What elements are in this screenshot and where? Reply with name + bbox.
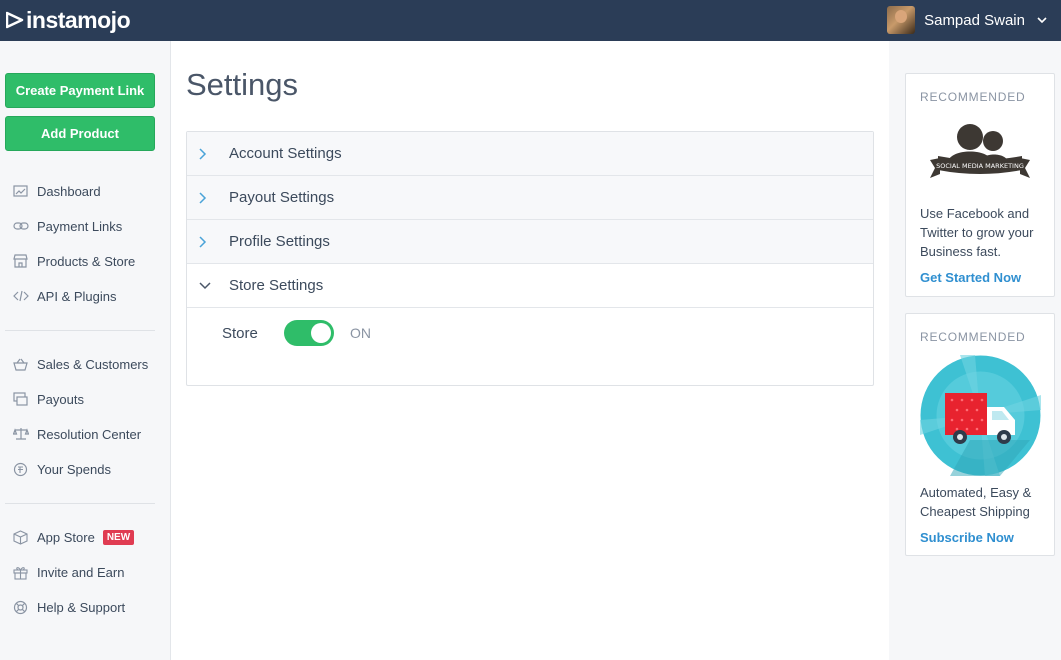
- store-toggle-row: Store ON: [222, 320, 371, 346]
- sidebar-item-label: Your Spends: [37, 461, 111, 477]
- basket-icon: [12, 356, 29, 372]
- toggle-knob: [311, 323, 331, 343]
- add-product-button[interactable]: Add Product: [5, 116, 155, 151]
- sidebar-item-label: Dashboard: [37, 183, 101, 199]
- settings-accordion: Account Settings Payout Settings Profile…: [186, 131, 874, 386]
- create-payment-link-button[interactable]: Create Payment Link: [5, 73, 155, 108]
- user-menu[interactable]: Sampad Swain: [887, 4, 1047, 36]
- accordion-label: Account Settings: [229, 145, 342, 162]
- accordion-account-settings[interactable]: Account Settings: [187, 132, 873, 176]
- chevron-down-icon: [1037, 16, 1047, 23]
- sidebar-item-api-plugins[interactable]: API & Plugins: [12, 285, 117, 307]
- sidebar: Create Payment Link Add Product Dashboar…: [0, 41, 171, 660]
- sidebar-item-label: Invite and Earn: [37, 564, 125, 580]
- chevron-right-icon: [199, 235, 219, 248]
- accordion-label: Store Settings: [229, 277, 324, 294]
- scale-icon: [12, 426, 29, 442]
- shipping-truck-illustration: [920, 355, 1041, 476]
- sidebar-item-label: Sales & Customers: [37, 356, 149, 372]
- chevron-down-icon: [199, 281, 219, 290]
- store-toggle[interactable]: [284, 320, 334, 346]
- main-content: Settings Account Settings Payout Setting…: [171, 41, 889, 660]
- lifebuoy-icon: [12, 599, 29, 615]
- gift-icon: [12, 564, 29, 580]
- sidebar-item-app-store[interactable]: App Store NEW: [12, 526, 135, 548]
- chart-icon: [12, 183, 29, 199]
- accordion-label: Profile Settings: [229, 233, 330, 250]
- sidebar-item-label: Resolution Center: [37, 426, 142, 442]
- link-icon: [12, 218, 29, 234]
- logo-text: instamojo: [26, 6, 131, 33]
- box-icon: [12, 529, 29, 545]
- sidebar-item-label: Payment Links: [37, 218, 123, 234]
- sidebar-item-help-support[interactable]: Help & Support: [12, 596, 125, 618]
- sidebar-item-dashboard[interactable]: Dashboard: [12, 180, 101, 202]
- sidebar-item-resolution-center[interactable]: Resolution Center: [12, 423, 141, 445]
- store-label: Store: [222, 324, 258, 342]
- sidebar-item-label: Payouts: [37, 391, 84, 407]
- instamojo-logo[interactable]: instamojo: [6, 6, 131, 34]
- sidebar-item-invite-earn[interactable]: Invite and Earn: [12, 561, 124, 583]
- sidebar-item-your-spends[interactable]: Your Spends: [12, 458, 111, 480]
- store-icon: [12, 253, 29, 269]
- banner-text: SOCIAL MEDIA MARKETING: [936, 162, 1024, 170]
- payout-icon: [12, 391, 29, 407]
- sidebar-item-sales-customers[interactable]: Sales & Customers: [12, 353, 148, 375]
- recommended-description: Use Facebook and Twitter to grow your Bu…: [920, 206, 1034, 259]
- sidebar-divider: [5, 330, 155, 331]
- sidebar-item-payouts[interactable]: Payouts: [12, 388, 84, 410]
- avatar: [887, 6, 916, 34]
- user-name: Sampad Swain: [924, 11, 1025, 29]
- new-badge: NEW: [102, 529, 135, 545]
- social-media-illustration: SOCIAL MEDIA MARKETING: [930, 124, 1030, 178]
- top-bar: instamojo Sampad Swain: [0, 0, 1061, 41]
- sidebar-item-label: Products & Store: [37, 253, 136, 269]
- accordion-profile-settings[interactable]: Profile Settings: [187, 220, 873, 264]
- get-started-now-link[interactable]: Get Started Now: [920, 270, 1021, 285]
- play-arrow-icon: [6, 11, 24, 29]
- spends-icon: [12, 461, 29, 477]
- sidebar-item-payment-links[interactable]: Payment Links: [12, 215, 122, 237]
- store-toggle-state: ON: [350, 325, 371, 341]
- recommended-description: Automated, Easy & Cheapest Shipping: [920, 485, 1032, 519]
- sidebar-item-label: API & Plugins: [37, 288, 117, 304]
- sidebar-divider: [5, 503, 155, 504]
- chevron-right-icon: [199, 191, 219, 204]
- accordion-store-settings[interactable]: Store Settings: [187, 264, 873, 308]
- code-icon: [12, 288, 29, 304]
- recommended-card-shipping: RECOMMENDED Automated, Easy & Cheapest S…: [905, 313, 1055, 556]
- sidebar-item-label: App Store: [37, 529, 95, 545]
- recommended-column: RECOMMENDED SOCIAL MEDIA MARKETING Use F…: [889, 41, 1061, 660]
- recommended-heading: RECOMMENDED: [920, 90, 1026, 104]
- subscribe-now-link[interactable]: Subscribe Now: [920, 530, 1014, 545]
- sidebar-item-label: Help & Support: [37, 599, 126, 615]
- recommended-card-social: RECOMMENDED SOCIAL MEDIA MARKETING Use F…: [905, 73, 1055, 297]
- accordion-label: Payout Settings: [229, 189, 335, 206]
- sidebar-item-products-store[interactable]: Products & Store: [12, 250, 135, 272]
- page-title: Settings: [186, 67, 299, 102]
- chevron-right-icon: [199, 147, 219, 160]
- recommended-heading: RECOMMENDED: [920, 330, 1026, 344]
- accordion-payout-settings[interactable]: Payout Settings: [187, 176, 873, 220]
